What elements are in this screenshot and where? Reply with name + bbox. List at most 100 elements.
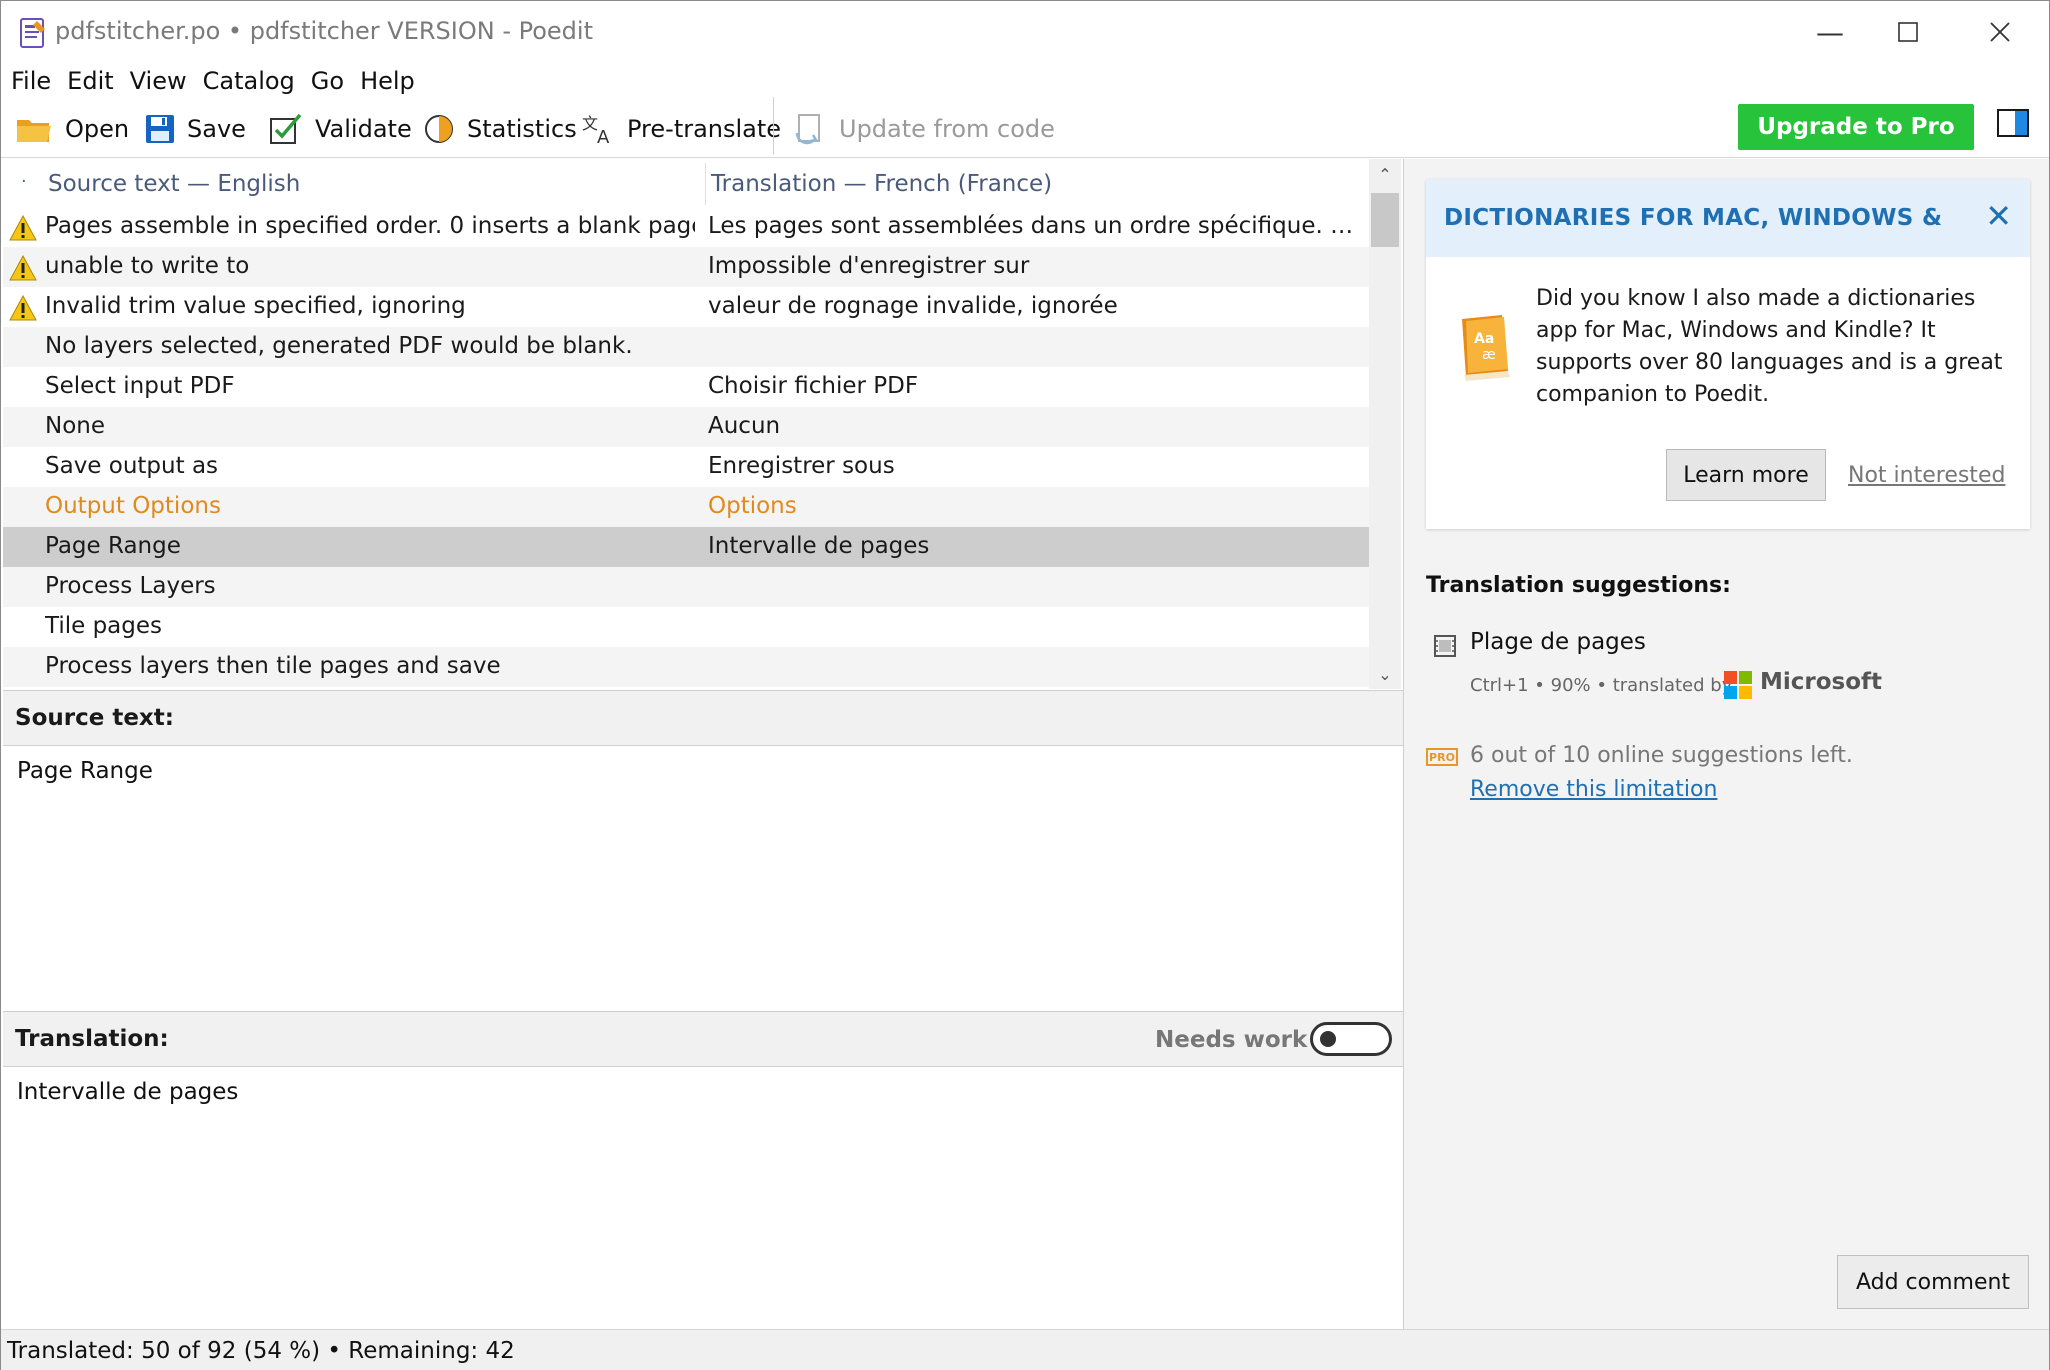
row-translation-text: Impossible d'enregistrer sur	[708, 253, 1030, 279]
promo-title: DICTIONARIES FOR MAC, WINDOWS &	[1444, 205, 1943, 231]
close-button[interactable]	[1955, 1, 2045, 63]
not-interested-link[interactable]: Not interested	[1848, 463, 2005, 488]
row-translation-text: Choisir fichier PDF	[708, 373, 919, 399]
microsoft-logo-icon	[1724, 671, 1752, 699]
needs-work-toggle[interactable]	[1310, 1022, 1392, 1056]
table-row[interactable]: Page Range Intervalle de pages	[3, 527, 1369, 567]
svg-text:æ: æ	[1482, 347, 1496, 363]
window-title: pdfstitcher.po • pdfstitcher VERSION - P…	[55, 17, 593, 45]
row-source-text: Page Range	[45, 533, 181, 559]
menu-edit[interactable]: Edit	[57, 67, 119, 95]
translation-label: Translation:	[15, 1026, 169, 1052]
row-source-text: Process Layers	[45, 573, 216, 599]
table-row[interactable]: None Aucun	[3, 407, 1369, 447]
menu-file[interactable]: File	[1, 67, 57, 95]
table-row[interactable]: Output Options Options	[3, 487, 1369, 527]
row-source-text: Pages assemble in specified order. 0 ins…	[45, 213, 695, 239]
toolbar: Open Save Validate Statistics 文 A Pre-tr…	[1, 101, 2049, 157]
remove-limitation-link[interactable]: Remove this limitation	[1470, 777, 1717, 802]
svg-text:A: A	[597, 127, 610, 145]
menu-view[interactable]: View	[120, 67, 193, 95]
svg-text:Aa: Aa	[1474, 331, 1494, 347]
menu-help[interactable]: Help	[350, 67, 421, 95]
validate-button[interactable]: Validate	[269, 101, 412, 157]
title-bar: pdfstitcher.po • pdfstitcher VERSION - P…	[1, 1, 2049, 63]
warning-icon	[9, 215, 37, 241]
scroll-down-icon[interactable]: ⌄	[1369, 659, 1401, 689]
status-text: Translated: 50 of 92 (54 %) • Remaining:…	[7, 1338, 515, 1364]
translation-text: Intervalle de pages	[17, 1079, 239, 1105]
statistics-button[interactable]: Statistics	[423, 101, 577, 157]
row-source-text: Invalid trim value specified, ignoring	[45, 293, 466, 319]
table-row[interactable]: Pages assemble in specified order. 0 ins…	[3, 207, 1369, 247]
scroll-up-icon[interactable]: ⌃	[1369, 159, 1401, 189]
maximize-button[interactable]	[1863, 1, 1953, 63]
translation-list[interactable]: · Source text — English Translation — Fr…	[3, 159, 1369, 689]
promo-header: DICTIONARIES FOR MAC, WINDOWS & ✕	[1426, 179, 2030, 257]
refresh-document-icon	[795, 114, 820, 145]
menu-catalog[interactable]: Catalog	[193, 67, 301, 95]
suggestion-item[interactable]: Plage de pages	[1470, 629, 1646, 655]
pretranslate-button[interactable]: 文 A Pre-translate	[581, 101, 781, 157]
close-icon	[1990, 22, 2010, 42]
table-row[interactable]: No layers selected, generated PDF would …	[3, 327, 1369, 367]
menu-bar: File Edit View Catalog Go Help	[1, 63, 421, 99]
maximize-icon	[1898, 22, 1918, 42]
status-bar: Translated: 50 of 92 (54 %) • Remaining:…	[1, 1329, 2049, 1370]
sidebar: DICTIONARIES FOR MAC, WINDOWS & ✕ Aa æ D…	[1404, 159, 2049, 1329]
scroll-thumb[interactable]	[1371, 193, 1399, 247]
promo-card: DICTIONARIES FOR MAC, WINDOWS & ✕ Aa æ D…	[1426, 179, 2030, 529]
row-translation-text: Options	[708, 493, 797, 519]
table-row[interactable]: Tile pages	[3, 607, 1369, 647]
promo-text: Did you know I also made a dictionaries …	[1536, 286, 2003, 407]
translation-column-header[interactable]: Translation — French (France)	[711, 171, 1052, 197]
row-source-text: None	[45, 413, 106, 439]
row-source-text: Save output as	[45, 453, 219, 479]
table-row[interactable]: Process Layers	[3, 567, 1369, 607]
open-button[interactable]: Open	[15, 101, 129, 157]
column-divider[interactable]	[705, 163, 706, 205]
upgrade-to-pro-button[interactable]: Upgrade to Pro	[1738, 104, 1974, 150]
toolbar-separator	[773, 97, 774, 155]
table-row[interactable]: Save output as Enregistrer sous	[3, 447, 1369, 487]
row-translation-text: Enregistrer sous	[708, 453, 895, 479]
source-column-header[interactable]: Source text — English	[48, 171, 300, 197]
table-row[interactable]: Invalid trim value specified, ignoring va…	[3, 287, 1369, 327]
minimize-icon: —	[1816, 15, 1844, 49]
warning-icon	[9, 295, 37, 321]
film-strip-icon	[1434, 635, 1456, 657]
list-scrollbar[interactable]: ⌃ ⌄	[1369, 159, 1401, 689]
row-source-text: Output Options	[45, 493, 221, 519]
sidebar-toggle-icon[interactable]	[1997, 109, 2029, 137]
row-source-text: Select input PDF	[45, 373, 235, 399]
open-label: Open	[65, 115, 130, 143]
list-header: · Source text — English Translation — Fr…	[3, 159, 1369, 207]
row-source-text: No layers selected, generated PDF would …	[45, 333, 633, 359]
table-row[interactable]: unable to write to Impossible d'enregistr…	[3, 247, 1369, 287]
save-button[interactable]: Save	[145, 101, 246, 157]
save-label: Save	[187, 115, 246, 143]
source-text: Page Range	[17, 758, 153, 784]
learn-more-button[interactable]: Learn more	[1666, 449, 1826, 501]
menu-go[interactable]: Go	[301, 67, 350, 95]
minimize-button[interactable]: —	[1785, 1, 1875, 63]
update-from-code-button[interactable]: Update from code	[793, 101, 1055, 157]
close-icon[interactable]: ✕	[1985, 197, 2012, 235]
add-comment-button[interactable]: Add comment	[1837, 1255, 2029, 1309]
floppy-disk-icon	[146, 115, 174, 143]
statistics-label: Statistics	[467, 115, 577, 143]
suggestions-title: Translation suggestions:	[1426, 573, 1731, 598]
folder-icon	[17, 120, 51, 142]
provider-name: Microsoft	[1760, 669, 1883, 695]
row-source-text: Tile pages	[45, 613, 163, 639]
pie-chart-icon	[425, 115, 453, 143]
poedit-app-icon	[20, 18, 45, 48]
row-translation-text: Intervalle de pages	[708, 533, 930, 559]
translation-text-area[interactable]: Intervalle de pages	[3, 1067, 1403, 1329]
row-translation-text: Aucun	[708, 413, 781, 439]
table-row[interactable]: Select input PDF Choisir fichier PDF	[3, 367, 1369, 407]
validate-label: Validate	[315, 115, 412, 143]
table-row[interactable]: Process layers then tile pages and save	[3, 647, 1369, 687]
source-text-label: Source text:	[15, 705, 174, 731]
warning-icon	[9, 255, 37, 281]
